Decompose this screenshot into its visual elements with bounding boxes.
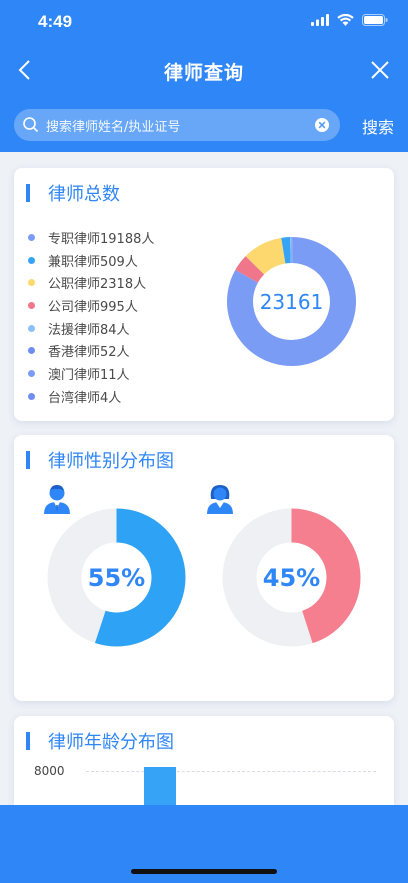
legend-label: 专职律师19188人 <box>48 231 155 247</box>
legend-dot <box>28 347 35 355</box>
female-percent: 45% <box>262 563 321 592</box>
legend-dot <box>28 233 35 241</box>
legend-label: 公职律师2318人 <box>48 277 147 293</box>
legend-label: 澳门律师11人 <box>48 367 130 383</box>
total-donut-chart: 23161 <box>225 235 358 368</box>
search-input[interactable]: 搜索律师姓名/执业证号 <box>14 109 340 141</box>
clear-icon[interactable] <box>314 117 330 133</box>
card-title: 律师年龄分布图 <box>26 730 174 753</box>
status-icons <box>311 14 388 26</box>
cellular-signal-icon <box>311 14 329 26</box>
search-row: 搜索律师姓名/执业证号 搜索 <box>14 109 394 141</box>
legend-label: 兼职律师509人 <box>48 254 138 270</box>
legend-item: 香港律师52人 <box>28 339 154 362</box>
card-title: 律师总数 <box>26 182 120 205</box>
battery-icon <box>362 14 388 26</box>
total-count: 23161 <box>259 289 324 314</box>
legend-item: 专职律师19188人 <box>28 226 154 249</box>
card-title: 律师性别分布图 <box>26 449 174 472</box>
legend-item: 台湾律师4人 <box>28 385 154 408</box>
legend-label: 公司律师995人 <box>48 299 138 315</box>
legend-dot <box>28 301 35 309</box>
total-lawyers-card: 律师总数 专职律师19188人 兼职律师509人 公职律师2318人 公司律师995人… <box>14 168 394 421</box>
nav-bar: 律师查询 <box>0 48 408 92</box>
home-indicator <box>131 869 277 874</box>
title-accent-bar <box>26 732 30 750</box>
legend-dot <box>28 392 35 400</box>
female-donut-chart: 45% <box>221 507 362 648</box>
page-title: 律师查询 <box>163 62 244 84</box>
bottom-bar <box>0 805 408 883</box>
search-button[interactable]: 搜索 <box>362 114 394 138</box>
app-header: 4:49 律师查询 搜索律师姓名/执业证号 搜索 <box>0 0 408 152</box>
close-button[interactable] <box>366 56 394 84</box>
male-donut-chart: 55% <box>46 507 187 648</box>
legend-dot <box>28 324 35 332</box>
total-card-title: 律师总数 <box>48 184 120 205</box>
gender-card-title: 律师性别分布图 <box>48 451 174 472</box>
status-bar: 4:49 <box>0 0 408 44</box>
gender-card: 律师性别分布图 55% 45% <box>14 435 394 701</box>
title-accent-bar <box>26 184 30 202</box>
legend-label: 香港律师52人 <box>48 345 130 361</box>
title-accent-bar <box>26 451 30 469</box>
legend-label: 法援律师84人 <box>48 322 130 338</box>
age-card-title: 律师年龄分布图 <box>48 732 174 753</box>
legend-item: 公职律师2318人 <box>28 271 154 294</box>
search-icon <box>23 117 39 133</box>
male-percent: 55% <box>87 563 146 592</box>
status-time: 4:49 <box>38 12 73 31</box>
legend-item: 法援律师84人 <box>28 317 154 340</box>
gridline <box>86 771 376 772</box>
total-legend: 专职律师19188人 兼职律师509人 公职律师2318人 公司律师995人 法援律师8… <box>28 226 154 408</box>
legend-item: 公司律师995人 <box>28 294 154 317</box>
legend-label: 台湾律师4人 <box>48 390 122 406</box>
legend-dot <box>28 369 35 377</box>
legend-item: 兼职律师509人 <box>28 249 154 272</box>
search-placeholder: 搜索律师姓名/执业证号 <box>46 120 181 135</box>
legend-item: 澳门律师11人 <box>28 362 154 385</box>
legend-dot <box>28 256 35 264</box>
y-tick-label: 8000 <box>34 764 65 778</box>
legend-dot <box>28 279 35 287</box>
close-icon <box>371 61 389 79</box>
wifi-icon <box>337 14 354 26</box>
